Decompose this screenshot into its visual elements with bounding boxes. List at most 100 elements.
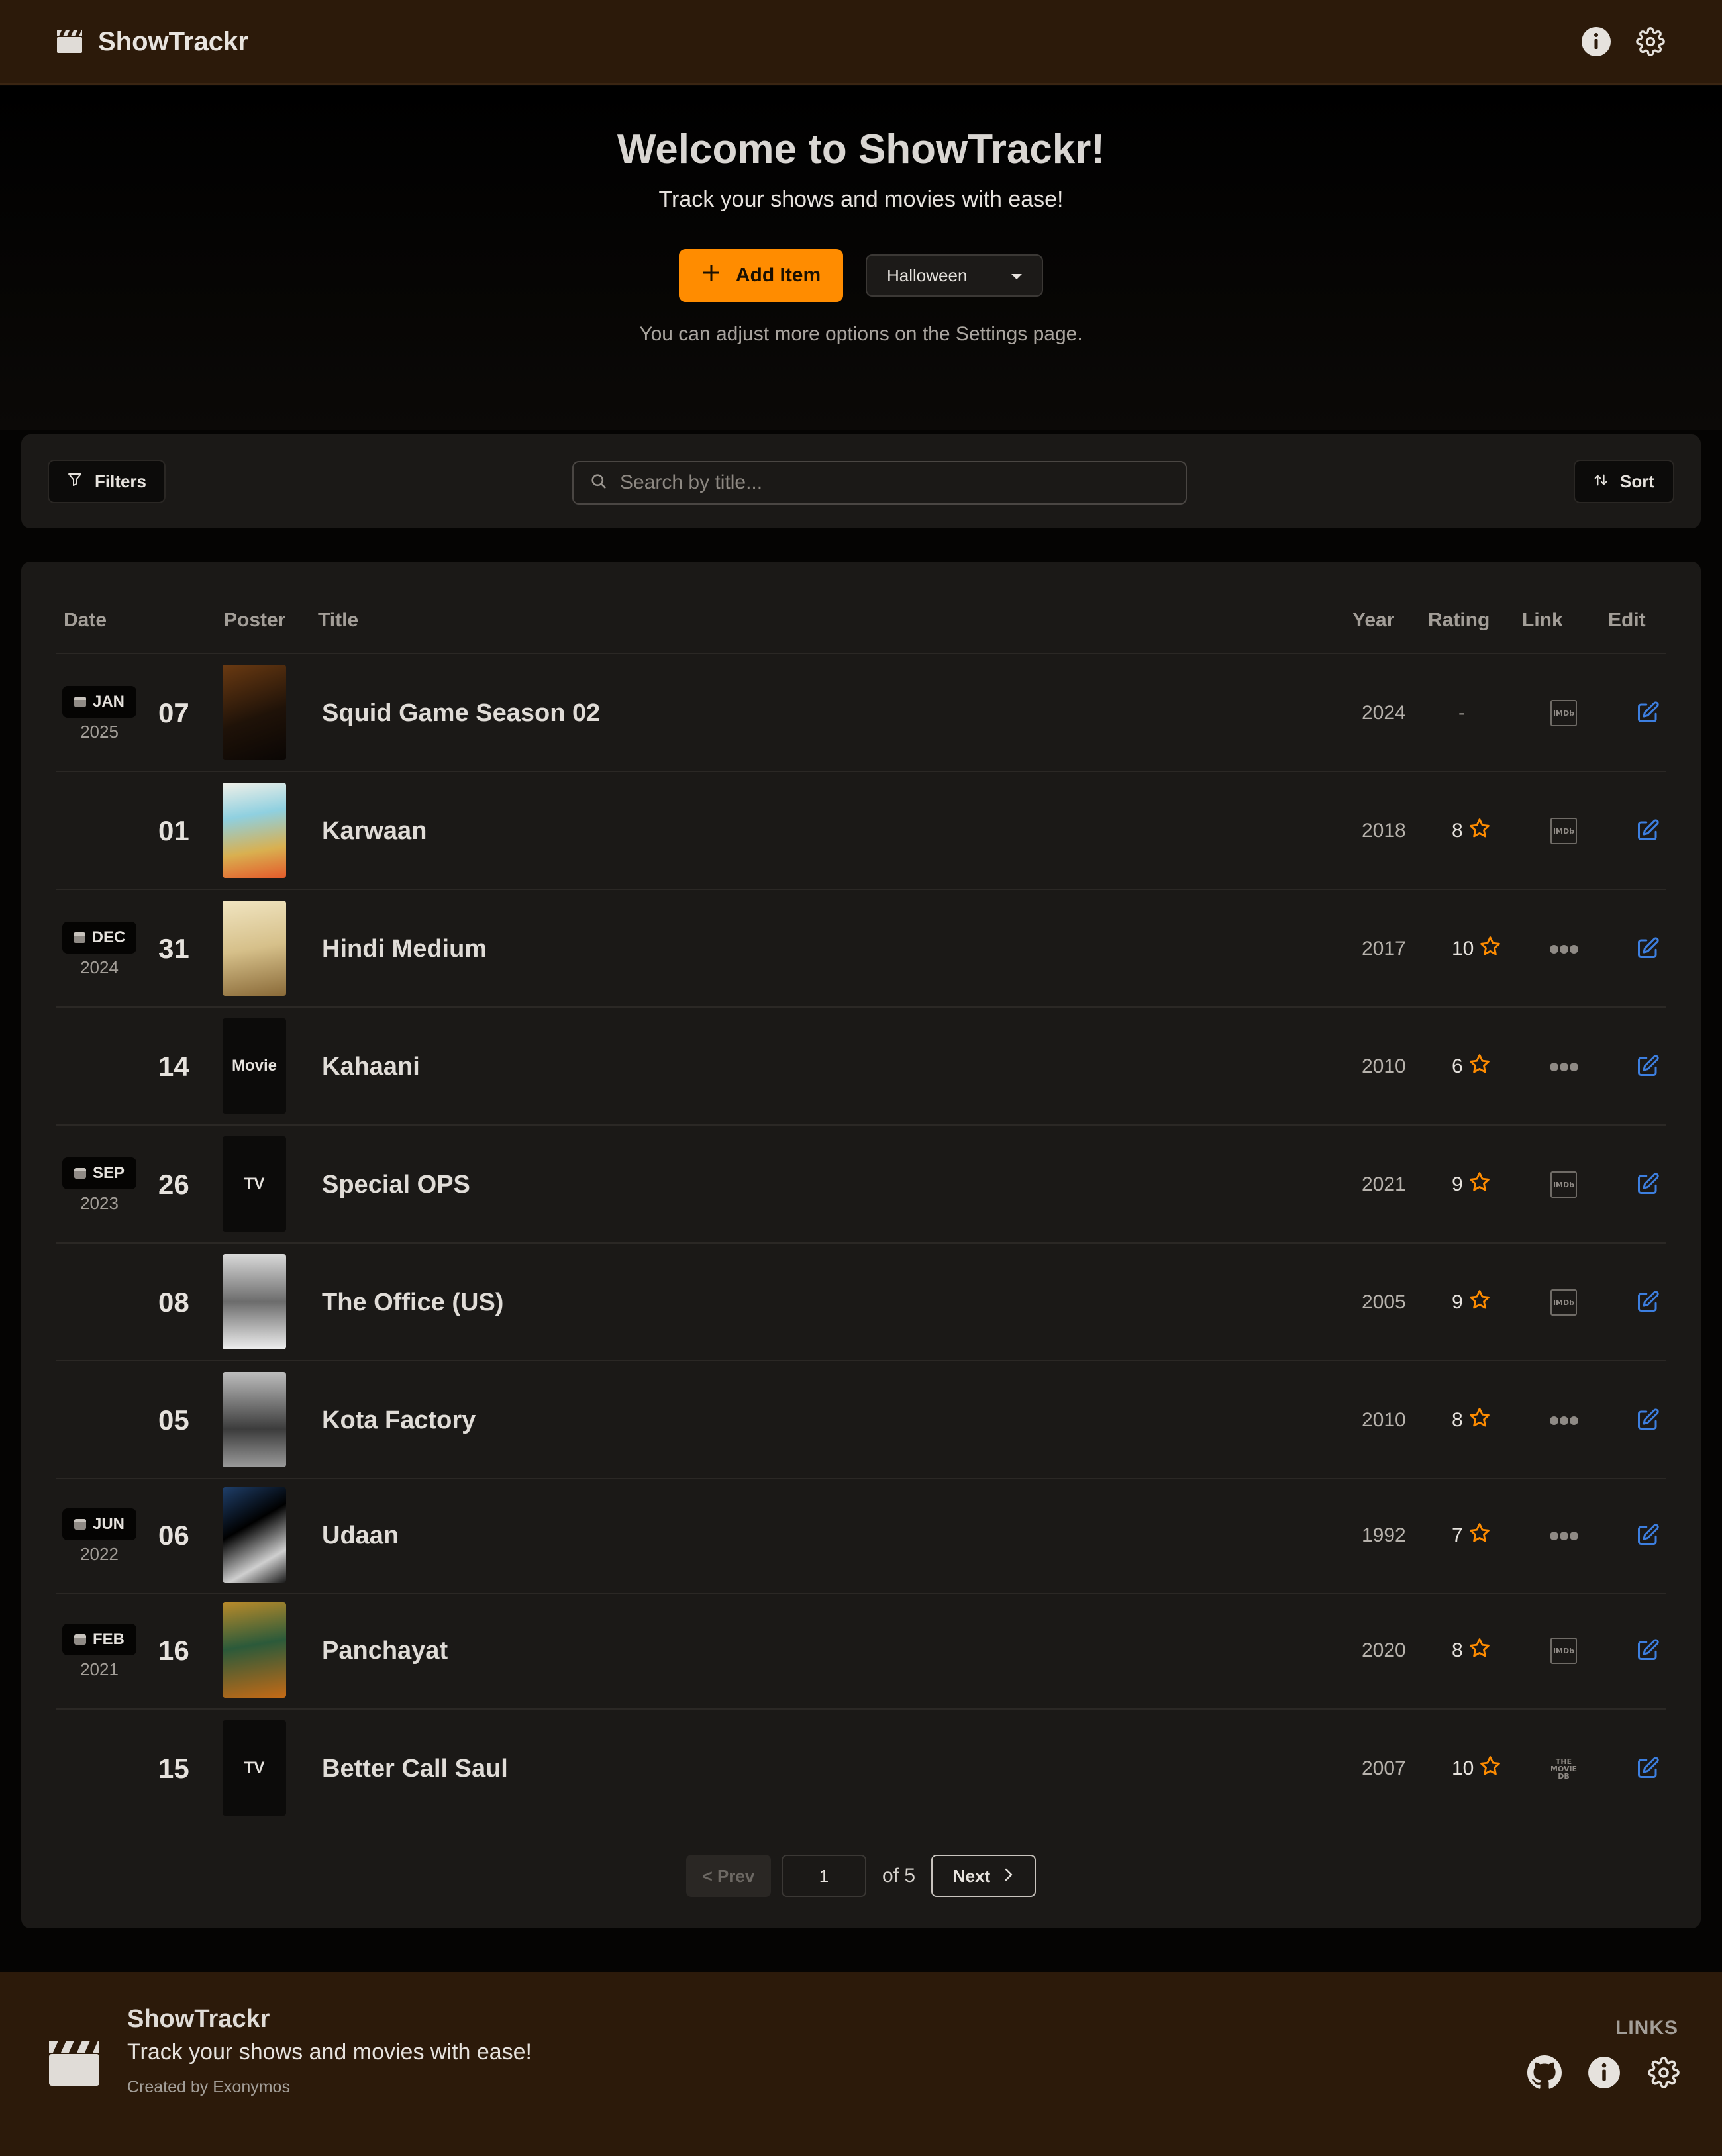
rating-value: 9 <box>1452 1173 1463 1195</box>
table-row[interactable]: JAN 2025 07 Squid Game Season 02 2024 - IMDb <box>56 654 1666 772</box>
calendar-icon <box>73 932 85 943</box>
filter-icon <box>67 471 83 492</box>
external-link[interactable] <box>1549 935 1578 963</box>
release-year: 1992 <box>1362 1524 1406 1546</box>
clapperboard-icon <box>46 2038 102 2088</box>
rating-value: 9 <box>1452 1291 1463 1313</box>
release-year: 2018 <box>1362 820 1406 842</box>
table-row[interactable]: 01 Karwaan 2018 8 IMDb <box>56 772 1666 890</box>
title-text: Hindi Medium <box>322 934 487 963</box>
release-year: 2010 <box>1362 1409 1406 1431</box>
day-number: 08 <box>158 1287 189 1318</box>
col-year[interactable]: Year <box>1352 609 1394 632</box>
add-item-label: Add Item <box>735 264 821 286</box>
calendar-icon <box>74 1168 86 1179</box>
poster-image[interactable] <box>223 1372 286 1467</box>
title-text: Squid Game Season 02 <box>322 699 601 727</box>
edit-icon[interactable] <box>1636 1054 1661 1079</box>
next-page-button[interactable]: Next <box>931 1855 1037 1897</box>
title-text: Kahaani <box>322 1052 420 1081</box>
rating: 10 <box>1452 890 1501 1008</box>
external-link[interactable] <box>1549 1522 1578 1549</box>
next-label: Next <box>952 1865 991 1886</box>
external-link[interactable]: IMDb <box>1550 1171 1578 1199</box>
edit-icon[interactable] <box>1636 1290 1661 1315</box>
external-link[interactable]: IMDb <box>1550 817 1578 845</box>
poster-image[interactable] <box>223 1602 286 1698</box>
external-link[interactable]: IMDb <box>1550 1289 1578 1316</box>
poster-image[interactable] <box>223 901 286 996</box>
edit-icon[interactable] <box>1636 936 1661 961</box>
github-icon[interactable] <box>1526 2054 1563 2091</box>
rating-value: 10 <box>1452 938 1474 959</box>
table-row[interactable]: 08 The Office (US) 2005 9 IMDb <box>56 1244 1666 1361</box>
table-row[interactable]: 15 TV Better Call Saul 2007 10 THE MOVIE DB <box>56 1710 1666 1828</box>
star-icon <box>1479 935 1501 963</box>
star-icon <box>1468 1053 1491 1081</box>
poster-image[interactable] <box>223 1487 286 1583</box>
edit-icon[interactable] <box>1636 701 1661 726</box>
filters-button[interactable]: Filters <box>48 460 166 503</box>
poster-image[interactable] <box>223 665 286 760</box>
col-date[interactable]: Date <box>64 609 107 632</box>
search-input[interactable] <box>620 471 1170 494</box>
star-icon <box>1468 1406 1491 1434</box>
poster-image[interactable]: Movie <box>223 1018 286 1114</box>
poster-image[interactable]: TV <box>223 1136 286 1232</box>
external-link[interactable] <box>1549 1053 1578 1081</box>
rating: 7 <box>1452 1477 1491 1594</box>
year-group-label: 2022 <box>80 1544 119 1564</box>
external-link[interactable] <box>1549 1406 1578 1434</box>
poster-placeholder-label: TV <box>244 1175 265 1193</box>
poster-placeholder-label: Movie <box>231 1057 277 1075</box>
table-row[interactable]: SEP 2023 26 TV Special OPS 2021 9 IMDb <box>56 1126 1666 1244</box>
rating-value: 8 <box>1452 820 1463 842</box>
edit-icon[interactable] <box>1636 1408 1661 1433</box>
rating-value: 7 <box>1452 1524 1463 1546</box>
edit-icon[interactable] <box>1636 1172 1661 1197</box>
table-row[interactable]: JUN 2022 06 Udaan 1992 7 <box>56 1477 1666 1594</box>
hero-section: Welcome to ShowTrackr! Track your shows … <box>0 86 1722 430</box>
page-number-input[interactable] <box>781 1855 866 1897</box>
day-number: 31 <box>158 933 189 964</box>
poster-image[interactable] <box>223 1254 286 1349</box>
rating: 6 <box>1452 1008 1491 1126</box>
day-number: 06 <box>158 1520 189 1551</box>
edit-icon[interactable] <box>1636 1756 1661 1781</box>
edit-icon[interactable] <box>1636 818 1661 844</box>
release-year: 2024 <box>1362 702 1406 724</box>
info-icon[interactable] <box>1586 2054 1623 2091</box>
external-link[interactable]: THE MOVIE DB <box>1550 1755 1578 1783</box>
gear-icon[interactable] <box>1635 26 1666 58</box>
top-navbar: ShowTrackr <box>0 0 1722 85</box>
table-row[interactable]: FEB 2021 16 Panchayat 2020 8 IMDb <box>56 1592 1666 1710</box>
add-item-button[interactable]: Add Item <box>679 249 843 302</box>
gear-icon[interactable] <box>1645 2054 1682 2091</box>
edit-icon[interactable] <box>1636 1638 1661 1663</box>
info-icon[interactable] <box>1580 26 1612 58</box>
theme-select[interactable]: Halloween <box>866 254 1043 297</box>
month-badge: FEB <box>62 1624 136 1655</box>
prev-page-button[interactable]: < Prev <box>685 1855 771 1897</box>
sort-button[interactable]: Sort <box>1574 460 1674 503</box>
table-header: Date Poster Title Year Rating Link Edit <box>21 609 1701 636</box>
table-row[interactable]: 14 Movie Kahaani 2010 6 <box>56 1008 1666 1126</box>
title-text: Udaan <box>322 1521 399 1549</box>
external-link[interactable]: IMDb <box>1550 1637 1578 1665</box>
edit-icon[interactable] <box>1636 1523 1661 1548</box>
table-row[interactable]: 05 Kota Factory 2010 8 <box>56 1361 1666 1479</box>
table-row[interactable]: DEC 2024 31 Hindi Medium 2017 10 <box>56 890 1666 1008</box>
col-title[interactable]: Title <box>318 609 358 632</box>
calendar-icon <box>74 1519 86 1530</box>
col-rating[interactable]: Rating <box>1428 609 1490 632</box>
sort-arrows-icon <box>1594 471 1608 492</box>
brand[interactable]: ShowTrackr <box>56 27 248 57</box>
poster-image[interactable]: TV <box>223 1720 286 1816</box>
poster-image[interactable] <box>223 783 286 878</box>
footer-credit: Created by Exonymos <box>127 2078 290 2096</box>
external-link[interactable]: IMDb <box>1550 699 1578 727</box>
imdb-icon: IMDb <box>1550 700 1577 726</box>
footer-brand: ShowTrackr <box>127 2005 270 2033</box>
month-badge: SEP <box>62 1157 136 1189</box>
search-box[interactable] <box>572 461 1187 505</box>
